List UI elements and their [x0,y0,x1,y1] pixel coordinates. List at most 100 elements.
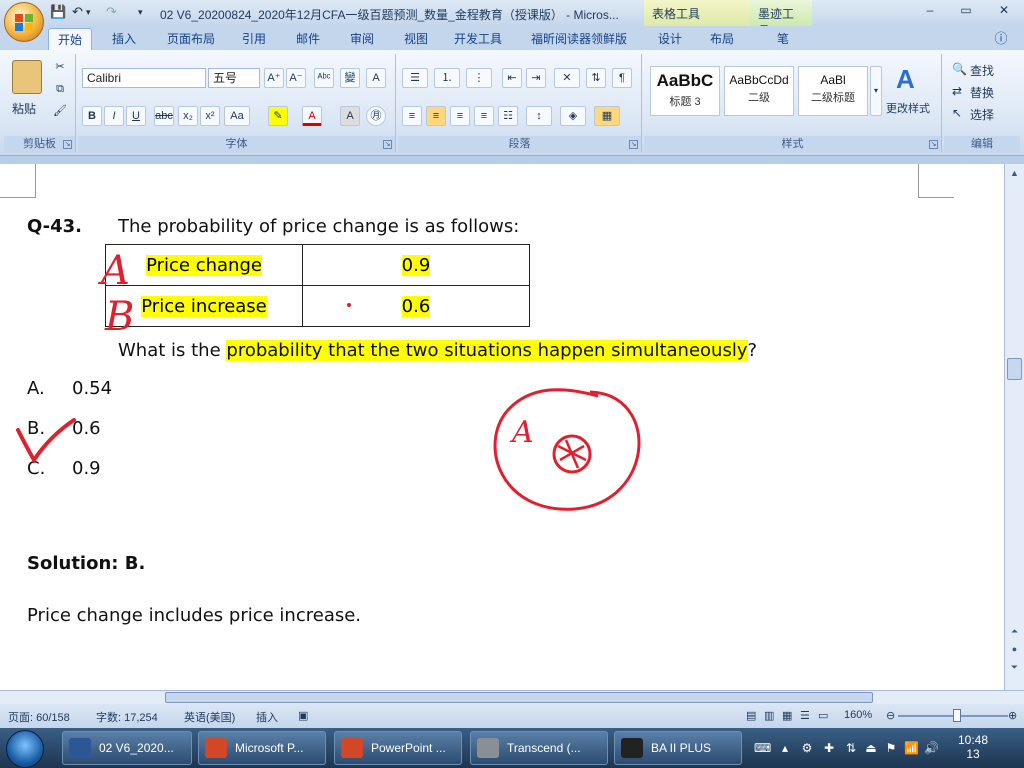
change-styles-button[interactable]: 更改样式 [886,100,930,116]
zoom-in-icon[interactable]: ⊕ [1008,709,1017,722]
tab-insert[interactable]: 插入 [100,28,148,50]
copy-icon[interactable]: ⧉ [50,80,70,100]
select-button[interactable]: 选择 [970,106,994,123]
character-shading-icon[interactable]: A [340,106,360,126]
styles-launcher-icon[interactable]: ↘ [929,140,938,149]
tab-view[interactable]: 视图 [392,28,440,50]
tray-expand-icon[interactable]: ▴ [778,741,792,755]
view-draft-icon[interactable]: ▭ [818,709,828,722]
bullets-icon[interactable]: ☰ [402,68,428,88]
grow-font-icon[interactable]: A⁺ [264,68,284,88]
start-button[interactable] [6,730,44,768]
maximize-button[interactable]: ▭ [948,0,984,20]
help-icon[interactable]: ⓘ [986,28,1016,50]
customize-qat-icon[interactable]: ▾ [138,7,143,18]
find-button[interactable]: 查找 [970,62,994,79]
align-center-icon[interactable]: ≡ [426,106,446,126]
view-web-icon[interactable]: ▦ [782,709,792,722]
tab-developer[interactable]: 开发工具 [444,28,512,50]
task-powerpoint-2[interactable]: PowerPoint ... [334,731,462,765]
task-calculator[interactable]: BA II PLUS [614,731,742,765]
font-launcher-icon[interactable]: ↘ [383,140,392,149]
page-indicator[interactable]: 页面: 60/158 [8,709,70,725]
shading-icon[interactable]: ◈ [560,106,586,126]
clipboard-launcher-icon[interactable]: ↘ [63,140,72,149]
justify-icon[interactable]: ≡ [474,106,494,126]
network-icon[interactable]: 📶 [904,741,919,755]
word-count[interactable]: 字数: 17,254 [96,709,158,725]
paragraph-launcher-icon[interactable]: ↘ [629,140,638,149]
close-button[interactable]: ✕ [984,0,1024,20]
change-styles-icon[interactable]: A [896,64,915,95]
task-transcend[interactable]: Transcend (... [470,731,608,765]
save-icon[interactable]: 💾 [50,4,66,20]
change-case-icon[interactable]: Aa [224,106,250,126]
phonetic-guide-icon[interactable]: 變 [340,68,360,88]
task-word[interactable]: 02 V6_2020... [62,731,192,765]
font-name-combo[interactable]: Calibri [82,68,206,88]
minimize-button[interactable]: – [912,0,948,20]
horizontal-scrollbar[interactable] [0,690,1024,704]
action-center-flag-icon[interactable]: ⚑ [884,741,898,755]
character-border-icon[interactable]: A [366,68,386,88]
clock[interactable]: 10:48 13 [930,733,1016,761]
vertical-scrollbar[interactable]: ▲ ⏶ ● ⏷ [1004,164,1024,690]
cut-icon[interactable]: ✂ [50,58,70,78]
scroll-up-icon[interactable]: ▲ [1007,166,1022,180]
style-level2[interactable]: AaBbCcDd 二级 [724,66,794,116]
macro-record-icon[interactable]: ▣ [298,709,308,722]
numbering-icon[interactable]: ⒈ [434,68,460,88]
tray-usb-icon[interactable]: ⏏ [864,741,878,755]
zoom-slider-knob[interactable] [953,709,961,722]
tab-design[interactable]: 设计 [650,28,690,50]
undo-dropdown-icon[interactable]: ▾ [86,7,91,18]
format-painter-icon[interactable]: 🖌 [50,102,70,122]
clear-format-icon[interactable]: ᴬᵇᶜ [314,68,334,88]
subscript-icon[interactable]: x₂ [178,106,198,126]
prev-page-icon[interactable]: ⏶ [1007,624,1022,638]
show-marks-icon[interactable]: ¶ [612,68,632,88]
enclose-characters-icon[interactable]: ㊊ [366,106,386,126]
highlight-color-icon[interactable]: ✎ [268,106,288,126]
font-size-combo[interactable]: 五号 [208,68,260,88]
style-heading3[interactable]: AaBbC 标题 3 [650,66,720,116]
align-right-icon[interactable]: ≡ [450,106,470,126]
tab-pen[interactable]: 笔 [766,28,800,50]
align-left-icon[interactable]: ≡ [402,106,422,126]
chinese-layout-icon[interactable]: ✕ [554,68,580,88]
tab-page-layout[interactable]: 页面布局 [158,28,224,50]
paste-icon[interactable] [12,60,42,94]
tab-references[interactable]: 引用 [230,28,278,50]
shrink-font-icon[interactable]: A⁻ [286,68,306,88]
superscript-icon[interactable]: x² [200,106,220,126]
increase-indent-icon[interactable]: ⇥ [526,68,546,88]
strikethrough-icon[interactable]: abc [154,106,174,126]
tab-review[interactable]: 审阅 [338,28,386,50]
tab-layout[interactable]: 布局 [702,28,742,50]
tray-green-icon[interactable]: ✚ [822,741,836,755]
ruler[interactable] [0,156,1024,164]
find-icon[interactable]: 🔍 [952,62,967,76]
select-icon[interactable]: ↖ [952,106,962,120]
zoom-out-icon[interactable]: ⊖ [886,709,895,722]
font-color-icon[interactable]: A [302,106,322,126]
vertical-scroll-thumb[interactable] [1007,358,1022,380]
keyboard-icon[interactable]: ⌨ [754,741,771,755]
tab-mailings[interactable]: 邮件 [284,28,332,50]
insert-mode-indicator[interactable]: 插入 [256,709,278,725]
office-button[interactable] [4,2,44,42]
tab-foxit-reader[interactable]: 福昕阅读器领鲜版 [520,28,638,50]
tab-home[interactable]: 开始 [48,28,92,50]
browse-object-icon[interactable]: ● [1007,642,1022,656]
sort-icon[interactable]: ⇅ [586,68,606,88]
replace-icon[interactable]: ⇄ [952,84,962,98]
tray-app-icon[interactable]: ⚙ [800,741,814,755]
decrease-indent-icon[interactable]: ⇤ [502,68,522,88]
document-page[interactable]: Q-43. The probability of price change is… [0,164,1004,690]
borders-icon[interactable]: ▦ [594,106,620,126]
undo-icon[interactable]: ↶ [72,4,83,20]
redo-icon[interactable]: ↷ [106,4,117,20]
language-indicator[interactable]: 英语(美国) [184,709,235,725]
view-print-layout-icon[interactable]: ▤ [746,709,756,722]
task-powerpoint-1[interactable]: Microsoft P... [198,731,326,765]
